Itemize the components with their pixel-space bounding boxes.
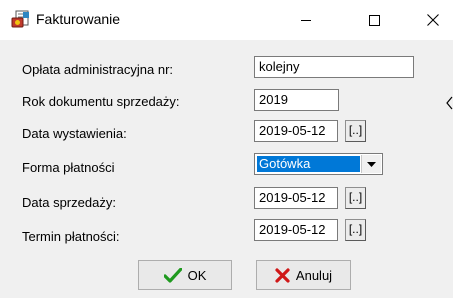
maximize-icon [368,14,380,26]
app-icon [11,10,29,28]
nr-field[interactable]: kolejny [254,56,414,78]
window-title: Fakturowanie [36,11,121,27]
ok-button[interactable]: OK [138,260,232,290]
nr-label: Opłata administracyjna nr: [22,62,174,77]
fakturowanie-dialog: Fakturowanie Opłata administracyjna nr: … [0,0,453,298]
termin-platnosci-picker-button[interactable]: [..] [345,219,366,241]
data-sprzedazy-field[interactable]: 2019-05-12 [254,187,338,209]
data-sprzedazy-picker-button[interactable]: [..] [345,187,366,209]
close-icon [427,14,439,26]
title-bar[interactable]: Fakturowanie [0,0,453,40]
data-wystawienia-field[interactable]: 2019-05-12 [254,120,338,142]
forma-platnosci-select[interactable]: Gotówka [254,153,383,175]
checkmark-icon [163,267,182,283]
rok-label: Rok dokumentu sprzedaży: [22,94,180,109]
minimize-button[interactable] [283,0,329,40]
data-wystawienia-picker-button[interactable]: [..] [345,120,366,142]
forma-platnosci-value: Gotówka [257,156,360,172]
minimize-icon [301,20,311,21]
chevron-down-icon [367,161,376,167]
ok-label: OK [187,267,207,283]
maximize-button[interactable] [351,0,397,40]
forma-platnosci-label: Forma płatności [22,160,115,175]
partial-arrow-icon [446,96,453,110]
data-sprzedazy-label: Data sprzedaży: [22,195,116,210]
termin-platnosci-label: Termin płatności: [22,229,120,244]
dropdown-button[interactable] [361,155,381,173]
rok-field[interactable]: 2019 [254,89,339,111]
cancel-label: Anuluj [295,267,333,283]
cancel-button[interactable]: Anuluj [256,260,351,290]
close-button[interactable] [410,0,453,40]
termin-platnosci-field[interactable]: 2019-05-12 [254,219,338,241]
data-wystawienia-label: Data wystawienia: [22,126,127,141]
cancel-x-icon [275,267,290,283]
